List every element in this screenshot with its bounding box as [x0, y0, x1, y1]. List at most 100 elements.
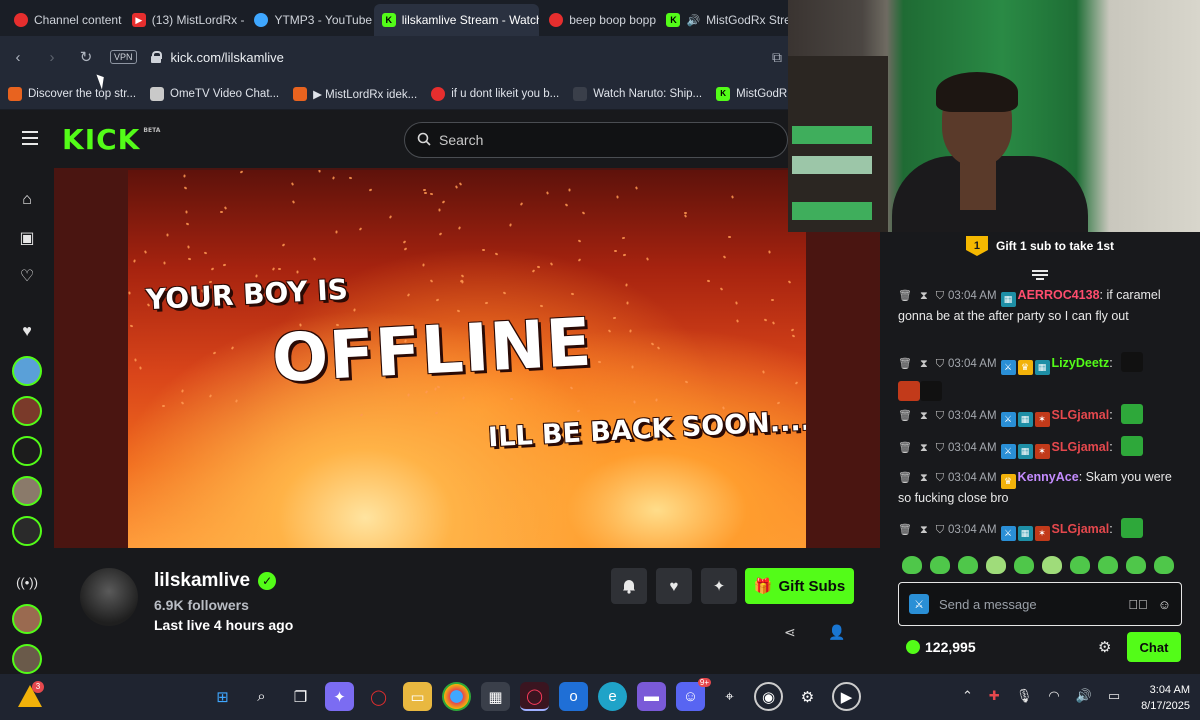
quick-emote-icon[interactable]: [1126, 556, 1146, 574]
followed-channel-avatar[interactable]: [12, 356, 42, 386]
volume-icon[interactable]: 🔊: [1076, 688, 1092, 704]
task-view-icon[interactable]: ❐: [286, 682, 315, 711]
trash-icon[interactable]: 🗑: [898, 407, 912, 425]
live-channels-icon[interactable]: ((•)): [13, 568, 41, 596]
browser-tab[interactable]: K 🔊 MistGodRx Stre: [658, 4, 790, 36]
wifi-icon[interactable]: ◠: [1048, 688, 1059, 704]
video-player[interactable]: YOUR BOY IS OFFLINE ILL BE BACK SOON....: [54, 168, 880, 548]
home-icon[interactable]: ⌂: [13, 186, 41, 214]
clipchamp-icon[interactable]: ▬: [637, 682, 666, 711]
bookmark[interactable]: Watch Naruto: Ship...: [573, 86, 702, 101]
translate-icon[interactable]: ⁊⃥: [1128, 597, 1148, 612]
trash-icon[interactable]: 🗑: [898, 521, 912, 539]
app-tray-icon[interactable]: ✚: [989, 688, 1000, 704]
search-icon[interactable]: ⌕: [247, 682, 276, 711]
emoji-icon[interactable]: ☺: [1158, 597, 1171, 612]
share-icon[interactable]: ⧉: [772, 49, 782, 66]
media-player-icon[interactable]: ▶: [832, 682, 861, 711]
channel-avatar[interactable]: [80, 568, 138, 626]
quick-emote-icon[interactable]: [1014, 556, 1034, 574]
battery-icon[interactable]: ▭: [1108, 688, 1120, 704]
mod-tools[interactable]: 🗑 ⧗ ⛉: [898, 407, 944, 425]
sparkle-button[interactable]: ✦: [701, 568, 737, 604]
trash-icon[interactable]: 🗑: [898, 469, 912, 487]
shield-icon[interactable]: ⛉: [936, 521, 944, 539]
mod-tools[interactable]: 🗑 ⧗ ⛉: [898, 469, 944, 487]
warning-icon[interactable]: 3: [18, 681, 44, 709]
bookmark[interactable]: Discover the top str...: [8, 86, 136, 101]
discord-icon[interactable]: ☺ 9+: [676, 678, 711, 711]
followed-channel-avatar[interactable]: [12, 516, 42, 546]
quick-emote-icon[interactable]: [1070, 556, 1090, 574]
shield-icon[interactable]: ⛉: [936, 469, 944, 487]
share-icon[interactable]: ⋖: [784, 624, 796, 641]
bookmark[interactable]: ▶ MistLordRx idek...: [293, 86, 417, 101]
chat-username[interactable]: AERROC4138: [1018, 288, 1100, 302]
trash-icon[interactable]: 🗑: [898, 355, 912, 373]
chat-send-button[interactable]: Chat: [1127, 632, 1181, 662]
follow-heart-button[interactable]: ♥: [656, 568, 692, 604]
start-icon[interactable]: ⊞: [208, 682, 237, 711]
microphone-icon[interactable]: 🎙: [1016, 688, 1033, 704]
reload-icon[interactable]: ↻: [76, 47, 96, 67]
followed-channel-avatar[interactable]: [12, 436, 42, 466]
quick-emote-icon[interactable]: [902, 556, 922, 574]
notification-bell-button[interactable]: [611, 568, 647, 604]
followed-channel-avatar[interactable]: [12, 476, 42, 506]
browser-tab[interactable]: beep boop bopp: [541, 4, 656, 36]
quick-emote-icon[interactable]: [1042, 556, 1062, 574]
chat-username[interactable]: SLGjamal: [1052, 440, 1110, 454]
search-input[interactable]: Search: [404, 122, 788, 158]
timeout-icon[interactable]: ⧗: [920, 521, 928, 539]
bookmark[interactable]: OmeTV Video Chat...: [150, 86, 279, 101]
mod-tools[interactable]: 🗑 ⧗ ⛉: [898, 439, 944, 457]
timeout-icon[interactable]: ⧗: [920, 407, 928, 425]
browser-tab[interactable]: ▶ (13) MistLordRx -: [124, 4, 244, 36]
trash-icon[interactable]: 🗑: [898, 439, 912, 457]
file-explorer-icon[interactable]: ▭: [403, 682, 432, 711]
browser-tab[interactable]: YTMP3 - YouTube: [246, 4, 372, 36]
gift-leaderboard-banner[interactable]: 1 Gift 1 sub to take 1st: [880, 232, 1200, 260]
browser-tab-active[interactable]: Klilskamlive Stream - Watch: [373, 4, 540, 36]
timeout-icon[interactable]: ⧗: [920, 287, 928, 305]
opera-gx-icon[interactable]: ◯: [520, 682, 549, 711]
gift-subs-button[interactable]: 🎁 Gift Subs: [745, 568, 854, 604]
mod-tools[interactable]: 🗑 ⧗ ⛉: [898, 521, 944, 539]
outlook-icon[interactable]: o: [559, 682, 588, 711]
url-field[interactable]: kick.com/lilskamlive: [171, 50, 284, 65]
chevron-up-icon[interactable]: ⌃: [962, 688, 973, 704]
browse-icon[interactable]: ▣: [13, 224, 41, 252]
chat-scroll-icon[interactable]: [1032, 270, 1048, 284]
timeout-icon[interactable]: ⧗: [920, 355, 928, 373]
shield-icon[interactable]: ⛉: [936, 355, 944, 373]
quick-emote-icon[interactable]: [958, 556, 978, 574]
shield-icon[interactable]: ⛉: [936, 439, 944, 457]
channel-name[interactable]: lilskamlive ✓: [154, 570, 277, 592]
user-add-icon[interactable]: 👤: [828, 624, 845, 641]
timeout-icon[interactable]: ⧗: [920, 439, 928, 457]
timeout-icon[interactable]: ⧗: [920, 469, 928, 487]
chat-username[interactable]: KennyAce: [1018, 470, 1079, 484]
recommended-channel-avatar[interactable]: [12, 604, 42, 634]
back-icon[interactable]: ‹: [8, 47, 28, 67]
settings-icon[interactable]: ⚙: [793, 682, 822, 711]
edge-icon[interactable]: e: [598, 682, 627, 711]
quick-emote-icon[interactable]: [930, 556, 950, 574]
forward-icon[interactable]: ›: [42, 47, 62, 67]
lock-icon[interactable]: [150, 51, 162, 63]
channel-points[interactable]: 122,995: [906, 639, 976, 655]
followed-channel-avatar[interactable]: [12, 396, 42, 426]
quick-emote-icon[interactable]: [1098, 556, 1118, 574]
mod-tools[interactable]: 🗑 ⧗ ⛉: [898, 287, 944, 305]
menu-icon[interactable]: [22, 131, 44, 147]
bookmark[interactable]: K MistGodR: [716, 86, 787, 101]
camera-icon[interactable]: ⌖: [715, 682, 744, 711]
chat-username[interactable]: SLGjamal: [1052, 408, 1110, 422]
mod-tools[interactable]: 🗑 ⧗ ⛉: [898, 355, 944, 373]
clock[interactable]: 3:04 AM 8/17/2025: [1128, 682, 1190, 714]
gear-icon[interactable]: ⚙: [1098, 638, 1111, 656]
favorites-icon[interactable]: ♥: [13, 318, 41, 346]
shield-icon[interactable]: ⛉: [936, 407, 944, 425]
chat-username[interactable]: SLGjamal: [1052, 522, 1110, 536]
chat-username[interactable]: LizyDeetz: [1052, 356, 1110, 370]
